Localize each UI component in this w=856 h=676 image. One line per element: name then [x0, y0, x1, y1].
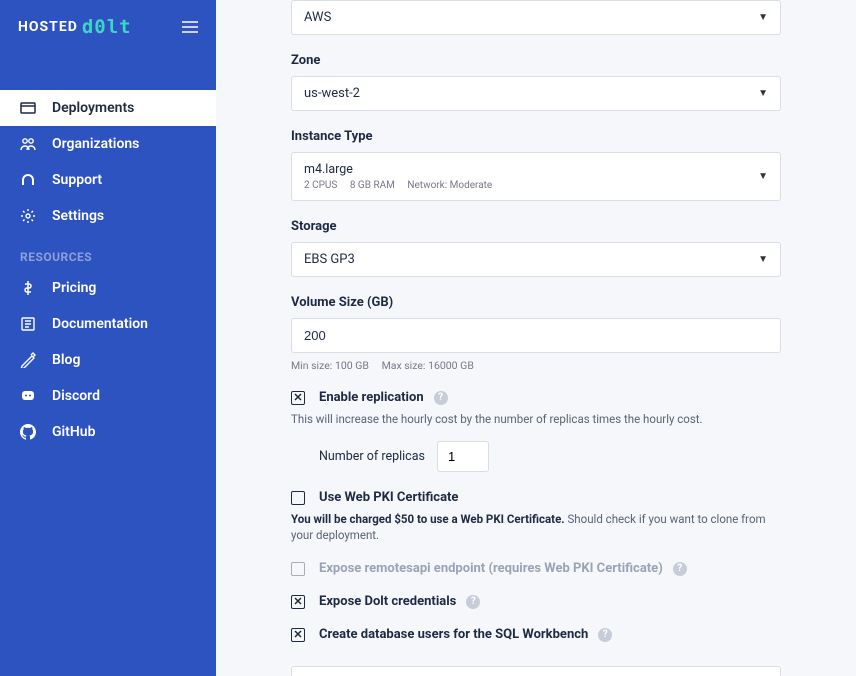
storage-label: Storage — [291, 219, 781, 234]
sidebar-item-label: Organizations — [52, 136, 139, 152]
replication-note: This will increase the hourly cost by th… — [291, 411, 781, 427]
volume-label: Volume Size (GB) — [291, 295, 781, 310]
sidebar-item-label: Documentation — [52, 316, 148, 332]
sidebar-item-label: Discord — [52, 388, 100, 404]
credentials-checkbox[interactable] — [291, 595, 305, 609]
field-volume: Volume Size (GB) Min size: 100 GB Max si… — [291, 295, 781, 372]
documentation-icon — [20, 316, 44, 332]
sidebar-item-label: Support — [52, 172, 102, 188]
nav-main: Deployments Organizations Support Settin… — [0, 90, 216, 234]
dbusers-checkbox[interactable] — [291, 628, 305, 642]
instance-type-label: Instance Type — [291, 129, 781, 144]
credentials-label: Expose Dolt credentials — [319, 594, 456, 609]
sidebar-item-label: GitHub — [52, 424, 95, 440]
hamburger-icon[interactable] — [182, 21, 198, 33]
organizations-icon — [20, 136, 44, 152]
replicas-input[interactable] — [437, 441, 489, 472]
github-icon — [20, 424, 44, 440]
deployment-form: AWS ▼ Zone us-west-2 ▼ Instance Type m4.… — [291, 0, 781, 676]
sidebar-header: HOSTED d0lt — [0, 0, 216, 54]
storage-value: EBS GP3 — [304, 252, 355, 267]
dbusers-label: Create database users for the SQL Workbe… — [319, 627, 588, 642]
chevron-down-icon: ▼ — [758, 88, 768, 99]
field-webpki: Use Web PKI Certificate You will be char… — [291, 490, 781, 543]
help-icon[interactable]: ? — [673, 562, 687, 576]
volume-input[interactable] — [291, 318, 781, 353]
webpki-label: Use Web PKI Certificate — [319, 490, 458, 505]
instance-type-value: m4.large — [304, 162, 502, 177]
help-icon[interactable]: ? — [466, 595, 480, 609]
chevron-down-icon: ▼ — [758, 171, 768, 182]
field-zone: Zone us-west-2 ▼ — [291, 53, 781, 111]
discord-icon — [20, 388, 44, 404]
sidebar-item-organizations[interactable]: Organizations — [0, 126, 216, 162]
replicas-row: Number of replicas — [319, 441, 781, 472]
storage-select[interactable]: EBS GP3 ▼ — [291, 242, 781, 277]
cloud-select[interactable]: AWS ▼ — [291, 0, 781, 35]
logo-hosted: HOSTED — [18, 19, 78, 35]
sidebar-item-blog[interactable]: Blog — [0, 342, 216, 378]
instance-type-select[interactable]: m4.large 2 CPUS 8 GB RAM Network: Modera… — [291, 152, 781, 201]
nav-resources: Pricing Documentation Blog Discord GitHu… — [0, 270, 216, 450]
replicas-label: Number of replicas — [319, 449, 425, 464]
chevron-down-icon: ▼ — [758, 254, 768, 265]
settings-icon — [20, 208, 44, 224]
cost-box: Hourly cost: $1.46 + egress costs — [291, 666, 781, 676]
sidebar: HOSTED d0lt Deployments Organizations Su… — [0, 0, 216, 676]
blog-icon — [20, 352, 44, 368]
sidebar-item-deployments[interactable]: Deployments — [0, 90, 216, 126]
field-storage: Storage EBS GP3 ▼ — [291, 219, 781, 277]
field-credentials: Expose Dolt credentials ? — [291, 594, 781, 609]
cloud-value: AWS — [304, 10, 331, 25]
sidebar-item-settings[interactable]: Settings — [0, 198, 216, 234]
help-icon[interactable]: ? — [434, 391, 448, 405]
replication-label: Enable replication — [319, 390, 424, 405]
help-icon[interactable]: ? — [598, 628, 612, 642]
volume-max: Max size: 16000 GB — [382, 359, 474, 372]
instance-cpus: 2 CPUS — [304, 180, 337, 191]
volume-hint: Min size: 100 GB Max size: 16000 GB — [291, 359, 781, 372]
pricing-icon — [20, 280, 44, 296]
zone-select[interactable]: us-west-2 ▼ — [291, 76, 781, 111]
replication-checkbox[interactable] — [291, 391, 305, 405]
field-remotesapi: Expose remotesapi endpoint (requires Web… — [291, 561, 781, 576]
webpki-note: You will be charged $50 to use a Web PKI… — [291, 511, 781, 543]
logo[interactable]: HOSTED d0lt — [18, 16, 132, 38]
main-content: AWS ▼ Zone us-west-2 ▼ Instance Type m4.… — [216, 0, 856, 676]
zone-value: us-west-2 — [304, 86, 360, 101]
sidebar-item-discord[interactable]: Discord — [0, 378, 216, 414]
remotesapi-label: Expose remotesapi endpoint (requires Web… — [319, 561, 663, 576]
webpki-note-strong: You will be charged $50 to use a Web PKI… — [291, 512, 565, 526]
sidebar-item-support[interactable]: Support — [0, 162, 216, 198]
deployments-icon — [20, 100, 44, 116]
sidebar-item-label: Settings — [52, 208, 104, 224]
instance-network: Network: Moderate — [407, 180, 492, 191]
field-instance-type: Instance Type m4.large 2 CPUS 8 GB RAM N… — [291, 129, 781, 201]
webpki-checkbox[interactable] — [291, 491, 305, 505]
sidebar-item-documentation[interactable]: Documentation — [0, 306, 216, 342]
sidebar-item-pricing[interactable]: Pricing — [0, 270, 216, 306]
remotesapi-checkbox — [291, 562, 305, 576]
instance-ram: 8 GB RAM — [350, 180, 395, 191]
volume-min: Min size: 100 GB — [291, 359, 369, 372]
support-icon — [20, 172, 44, 188]
sidebar-item-label: Deployments — [52, 100, 134, 116]
field-replication: Enable replication ? This will increase … — [291, 390, 781, 472]
field-cloud: AWS ▼ — [291, 0, 781, 35]
logo-dolt: d0lt — [82, 16, 132, 38]
sidebar-item-label: Pricing — [52, 280, 96, 296]
sidebar-item-github[interactable]: GitHub — [0, 414, 216, 450]
chevron-down-icon: ▼ — [758, 12, 768, 23]
field-dbusers: Create database users for the SQL Workbe… — [291, 627, 781, 642]
instance-type-specs: 2 CPUS 8 GB RAM Network: Moderate — [304, 180, 502, 191]
resources-heading: RESOURCES — [0, 234, 216, 270]
sidebar-item-label: Blog — [52, 352, 80, 368]
zone-label: Zone — [291, 53, 781, 68]
